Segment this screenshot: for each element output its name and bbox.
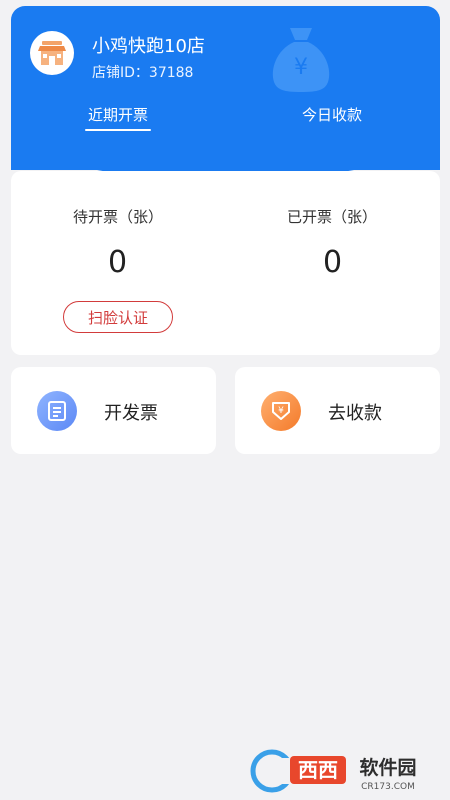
issue-invoice-label: 开发票 (104, 403, 158, 424)
store-name: 小鸡快跑10店 (92, 36, 205, 57)
money-bag-icon: ¥ (272, 28, 330, 92)
store-icon (38, 41, 66, 65)
store-id: 店铺ID：37188 (92, 65, 194, 81)
tab-today-collection[interactable]: 今日收款 (302, 104, 362, 125)
issue-invoice-button[interactable]: 开发票 (11, 367, 216, 454)
active-tab-indicator (85, 129, 151, 131)
svg-text:¥: ¥ (294, 55, 308, 80)
pending-invoices-label: 待开票（张） (73, 208, 164, 226)
svg-text:西西: 西西 (298, 758, 338, 782)
invoice-stats-card: 待开票（张） 0 已开票（张） 0 扫脸认证 (11, 171, 440, 355)
tab-recent-invoices[interactable]: 近期开票 (88, 104, 148, 125)
collect-payment-label: 去收款 (328, 403, 382, 424)
svg-text:CR173.COM: CR173.COM (361, 782, 415, 792)
svg-text:¥: ¥ (278, 406, 284, 416)
issued-invoices-count: 0 (323, 245, 343, 280)
face-auth-button[interactable]: 扫脸认证 (63, 301, 173, 333)
svg-text:软件园: 软件园 (359, 756, 416, 779)
store-avatar (30, 31, 74, 75)
collect-money-icon: ¥ (261, 391, 301, 431)
pending-invoices-count: 0 (108, 245, 128, 280)
invoice-icon (37, 391, 77, 431)
collect-payment-button[interactable]: ¥ 去收款 (235, 367, 440, 454)
issued-invoices-label: 已开票（张） (287, 208, 378, 226)
site-watermark-logo: 西西 软件园 CR173.COM (250, 749, 417, 793)
store-header (11, 6, 440, 170)
